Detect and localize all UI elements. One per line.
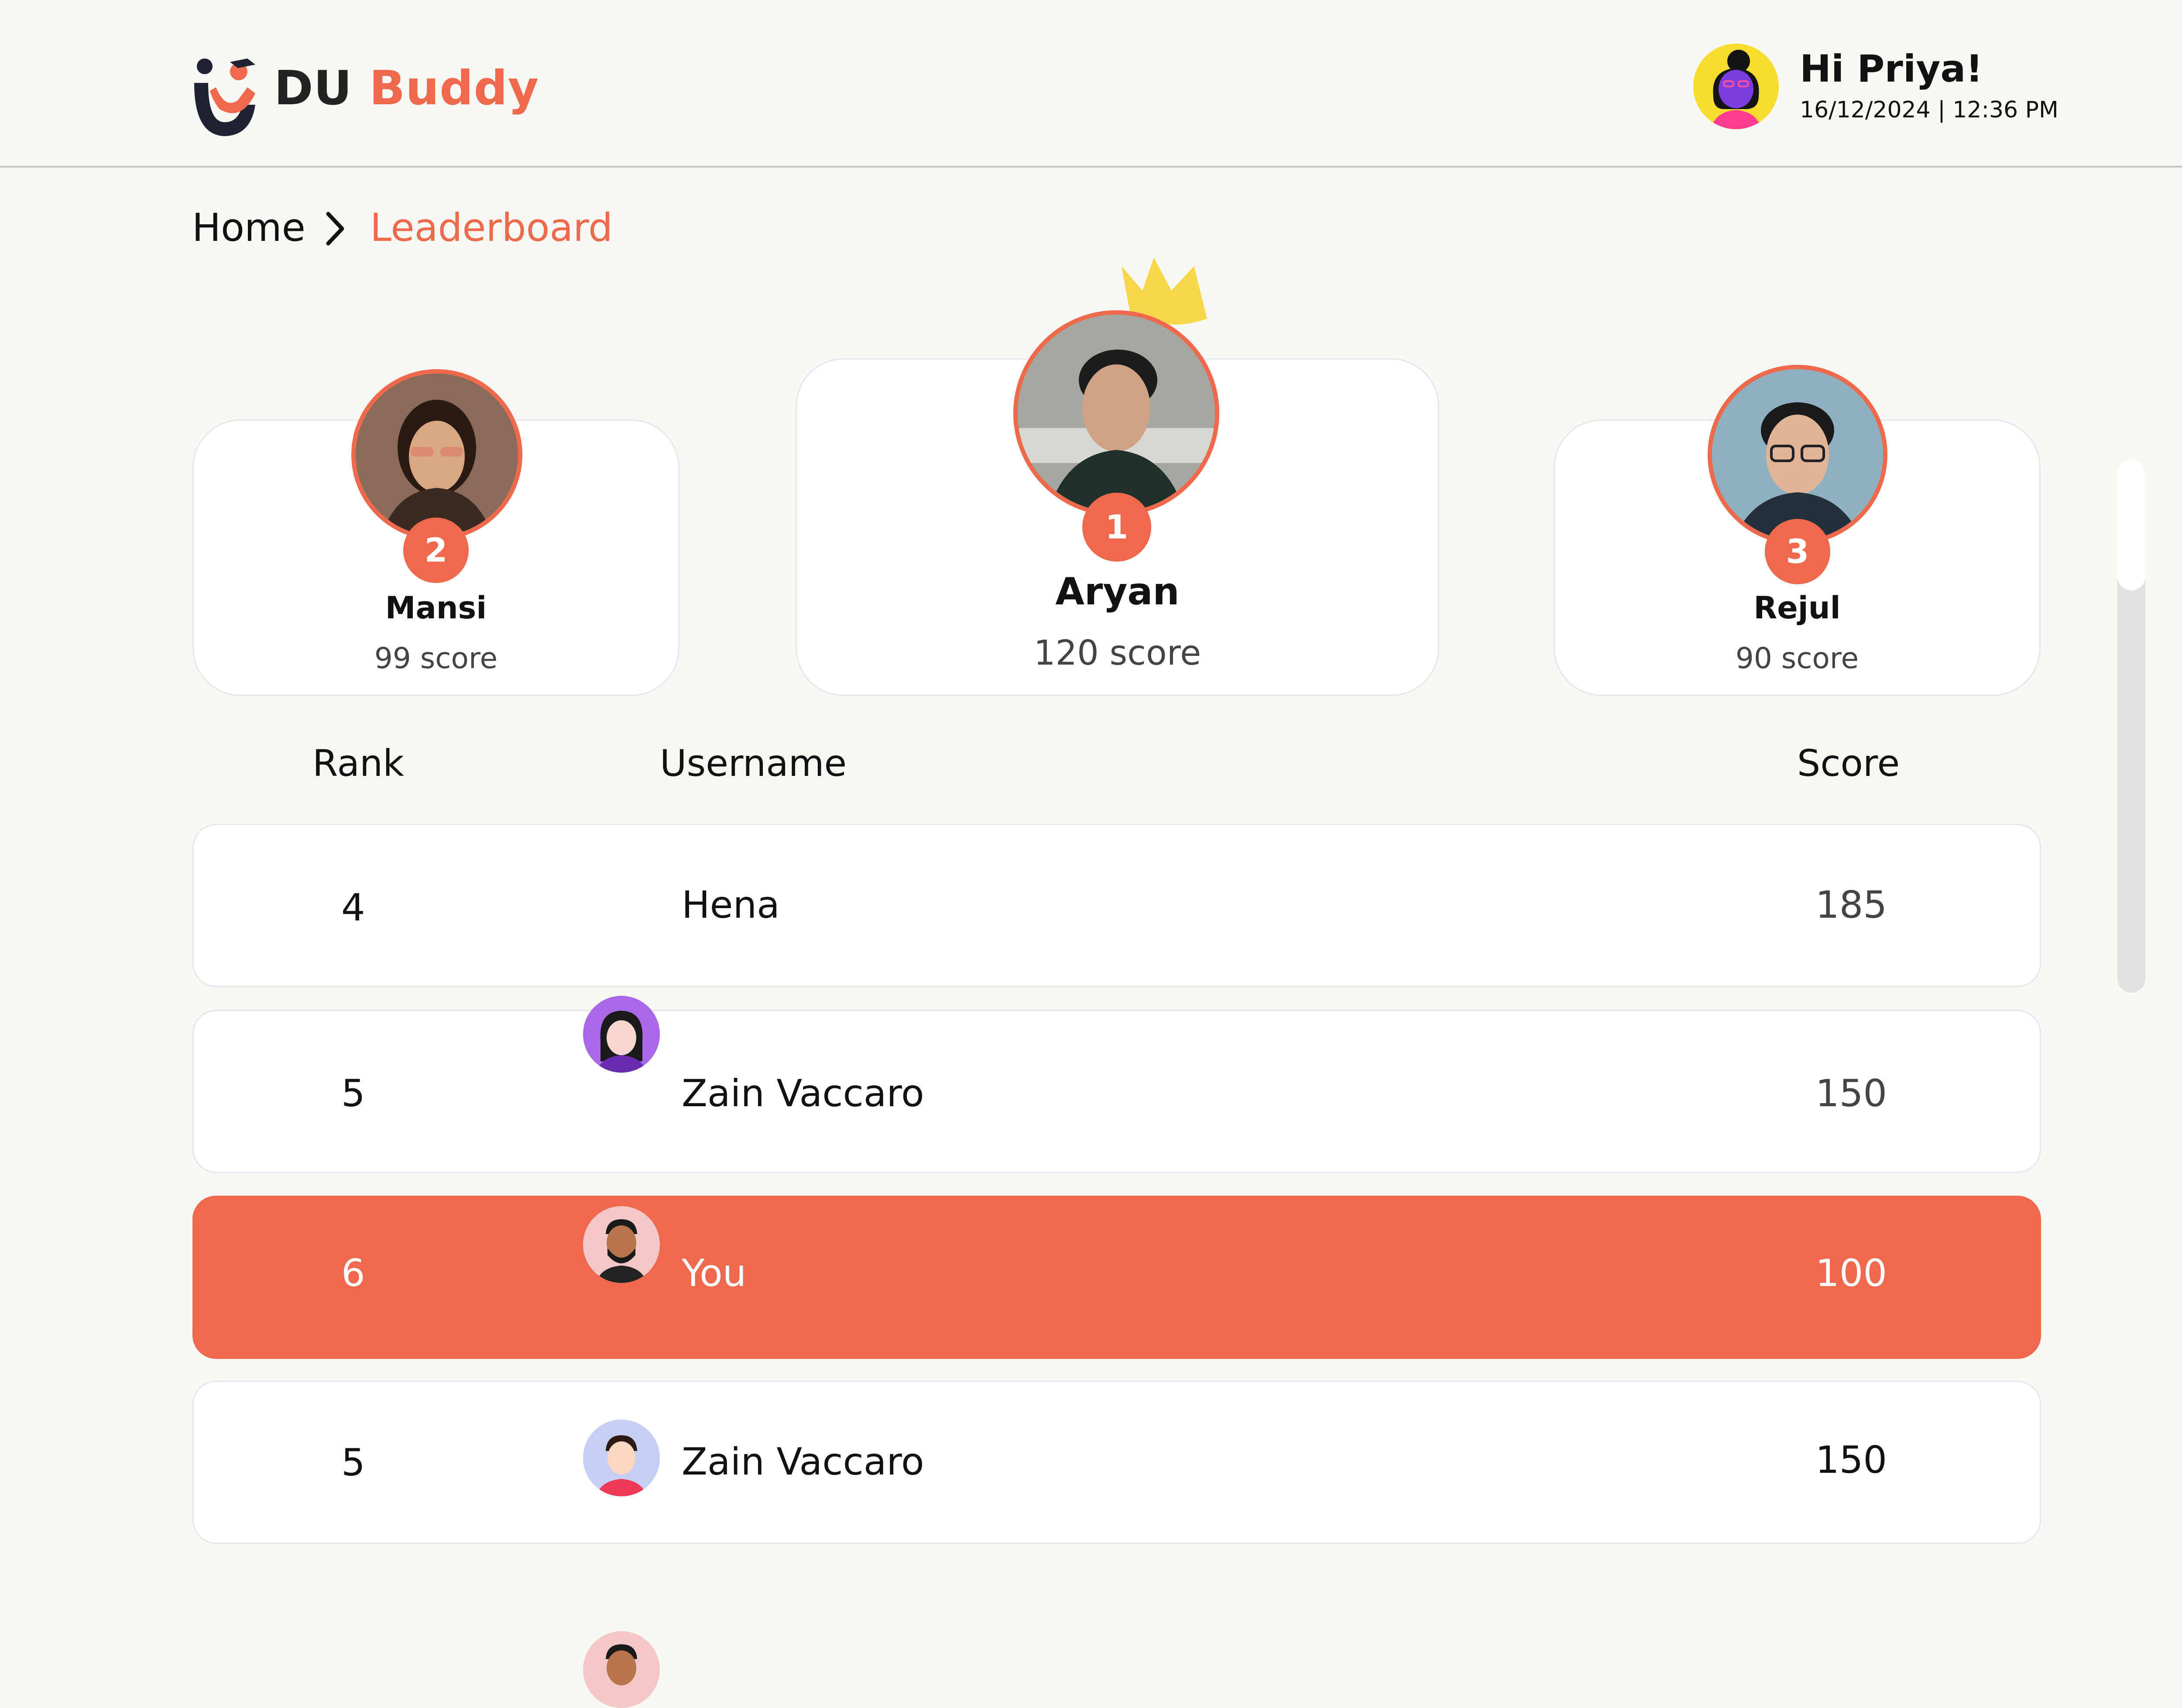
row-avatar — [583, 1420, 660, 1496]
podium-avatar-aryan[interactable] — [1013, 310, 1219, 516]
row-rank: 5 — [341, 1072, 365, 1115]
greeting-text: Hi Priya! — [1800, 47, 1983, 91]
app-logo-text: DU Buddy — [274, 61, 539, 116]
row-score: 100 — [1815, 1252, 1887, 1295]
podium-name-2: Mansi — [385, 590, 487, 626]
column-header-rank: Rank — [312, 742, 404, 785]
podium-avatar-rejul[interactable] — [1708, 365, 1887, 545]
breadcrumb-current: Leaderboard — [370, 205, 613, 250]
logo-icon[interactable] — [190, 57, 260, 140]
scrollbar-thumb[interactable] — [2117, 460, 2145, 590]
row-avatar — [583, 1631, 660, 1708]
podium-score-3: 90 score — [1735, 641, 1859, 675]
podium-score-2: 99 score — [374, 641, 498, 675]
column-header-score: Score — [1797, 742, 1900, 785]
logo-buddy: Buddy — [369, 61, 539, 116]
row-username: Zain Vaccaro — [682, 1072, 924, 1115]
logo-du: DU — [274, 61, 353, 116]
podium-name-3: Rejul — [1753, 590, 1841, 626]
table-row[interactable] — [192, 1381, 2041, 1544]
rank-badge-3: 3 — [1765, 519, 1830, 584]
user-avatar[interactable] — [1693, 44, 1779, 129]
column-header-username: Username — [660, 742, 847, 785]
podium-avatar-mansi[interactable] — [351, 369, 522, 540]
row-rank: 6 — [341, 1252, 365, 1295]
row-rank: 4 — [341, 886, 365, 929]
row-username: You — [682, 1252, 747, 1295]
chevron-right-icon — [322, 211, 348, 246]
table-row[interactable] — [192, 1010, 2041, 1173]
row-score: 150 — [1815, 1072, 1887, 1115]
row-score: 185 — [1815, 883, 1887, 927]
table-row-current-user[interactable] — [192, 1196, 2041, 1359]
row-score: 150 — [1815, 1438, 1887, 1482]
date-time-text: 16/12/2024 | 12:36 PM — [1800, 97, 2058, 123]
row-rank: 5 — [341, 1441, 365, 1485]
row-username: Zain Vaccaro — [682, 1440, 924, 1484]
row-avatar — [583, 1206, 660, 1283]
podium-score-1: 120 score — [1033, 634, 1201, 673]
row-avatar — [583, 996, 660, 1073]
rank-badge-2: 2 — [403, 518, 469, 583]
rank-badge-1: 1 — [1082, 493, 1151, 562]
row-username: Hena — [682, 883, 780, 927]
podium-name-1: Aryan — [1055, 570, 1180, 614]
breadcrumb-home-link[interactable]: Home — [192, 205, 305, 250]
table-row[interactable] — [192, 824, 2041, 987]
